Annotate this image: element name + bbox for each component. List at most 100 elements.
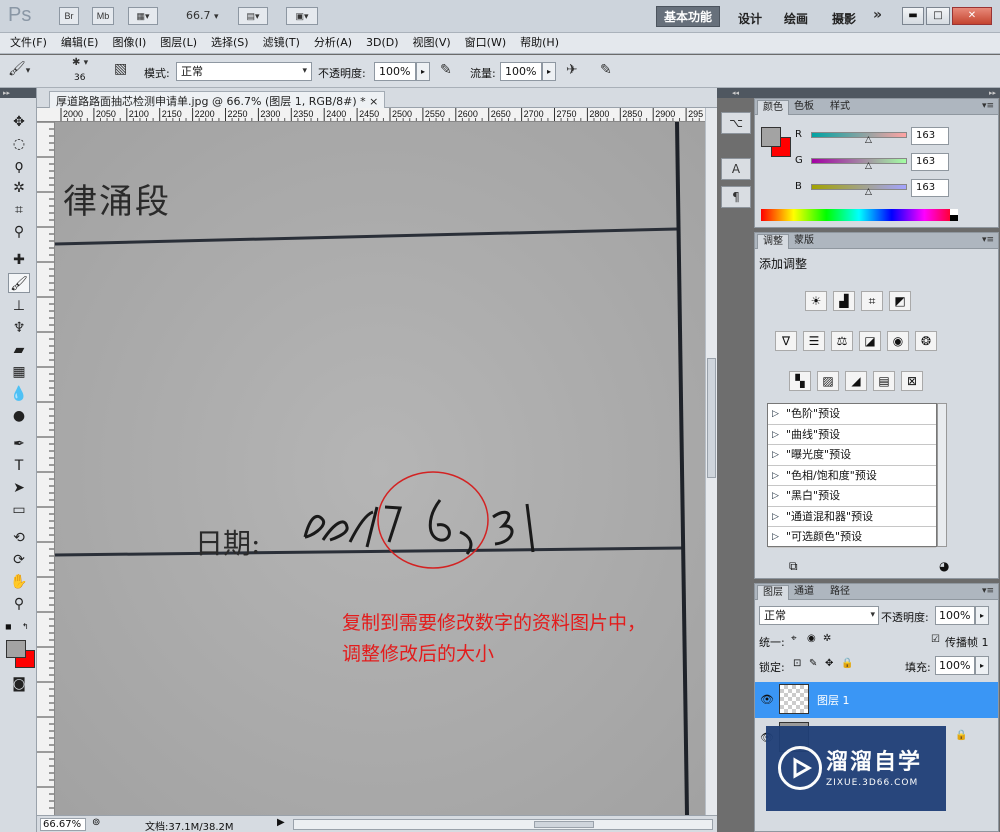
lock-position-button[interactable]: ✥: [825, 658, 833, 669]
status-menu-button[interactable]: ⊚: [92, 817, 100, 828]
workspace-photography[interactable]: 摄影: [832, 10, 856, 27]
flow-input[interactable]: 100%: [500, 62, 542, 81]
3d-orbit-tool[interactable]: ⟳: [8, 550, 30, 570]
menu-filter[interactable]: 滤镜(T): [263, 33, 300, 53]
curves-button[interactable]: ⌗: [861, 291, 883, 311]
blue-slider-track[interactable]: [811, 184, 907, 190]
lasso-tool[interactable]: ϙ: [8, 156, 30, 176]
gradient-map-button[interactable]: ▤: [873, 371, 895, 391]
hue-saturation-button[interactable]: ☰: [803, 331, 825, 351]
selective-color-button[interactable]: ⊠: [901, 371, 923, 391]
green-value-input[interactable]: 163: [911, 153, 949, 171]
panel-menu-icon[interactable]: ▾≡: [982, 586, 994, 596]
foreground-color-swatch[interactable]: [761, 127, 781, 147]
red-slider-handle[interactable]: △: [865, 135, 872, 145]
menu-analysis[interactable]: 分析(A): [314, 33, 352, 53]
healing-brush-tool[interactable]: ✚: [8, 250, 30, 270]
hand-tool[interactable]: ✋: [8, 572, 30, 592]
foreground-color-swatch[interactable]: [6, 640, 26, 658]
strip-header[interactable]: ◂◂: [717, 88, 754, 98]
dodge-tool[interactable]: ●: [8, 406, 30, 426]
exposure-button[interactable]: ◩: [889, 291, 911, 311]
move-tool[interactable]: ✥: [8, 112, 30, 132]
tab-channels[interactable]: 通道: [789, 585, 819, 600]
brush-tool[interactable]: 🖌: [8, 273, 30, 293]
tab-paths[interactable]: 路径: [825, 585, 855, 600]
vibrance-button[interactable]: ∇: [775, 331, 797, 351]
airbrush-button[interactable]: ✈: [566, 62, 578, 78]
preset-black-white[interactable]: "黑白"预设: [768, 486, 936, 507]
green-slider-track[interactable]: [811, 158, 907, 164]
zoom-level-dropdown[interactable]: 66.7 ▾: [186, 9, 219, 22]
lock-pixels-button[interactable]: ✎: [809, 658, 817, 669]
tab-color[interactable]: 颜色: [757, 100, 789, 115]
workspace-painting[interactable]: 绘画: [784, 10, 808, 27]
marquee-tool[interactable]: ◌: [8, 134, 30, 154]
menu-image[interactable]: 图像(I): [112, 33, 146, 53]
black-white-swatch[interactable]: [950, 209, 958, 221]
dock-header[interactable]: ▸▸: [754, 88, 1000, 98]
tools-panel-header[interactable]: ▸▸: [0, 88, 36, 98]
character-panel-button[interactable]: A: [721, 158, 751, 180]
layer-name[interactable]: 图层 1: [817, 692, 850, 708]
channel-mixer-button[interactable]: ❂: [915, 331, 937, 351]
menu-file[interactable]: 文件(F): [10, 33, 47, 53]
menu-layer[interactable]: 图层(L): [160, 33, 197, 53]
color-balance-button[interactable]: ⚖: [831, 331, 853, 351]
preset-selective-color[interactable]: "可选颜色"预设: [768, 527, 936, 548]
preset-curves[interactable]: "曲线"预设: [768, 425, 936, 445]
minimize-button[interactable]: ▬: [902, 7, 924, 25]
unify-visibility-button[interactable]: ◉: [807, 633, 816, 644]
brush-panel-toggle[interactable]: ▧: [114, 61, 127, 77]
arrange-documents-button[interactable]: ▤▾: [238, 7, 268, 25]
tab-adjustments[interactable]: 调整: [757, 234, 789, 249]
opacity-input[interactable]: 100%: [374, 62, 416, 81]
eyedropper-tool[interactable]: ⚲: [8, 222, 30, 242]
quick-mask-button[interactable]: ◙: [8, 674, 30, 694]
levels-button[interactable]: ▟: [833, 291, 855, 311]
view-extras-button[interactable]: ▦▾: [128, 7, 158, 25]
paragraph-panel-button[interactable]: ¶: [721, 186, 751, 208]
horizontal-scrollbar-thumb[interactable]: [534, 821, 594, 828]
red-value-input[interactable]: 163: [911, 127, 949, 145]
screen-mode-button[interactable]: ▣▾: [286, 7, 318, 25]
preset-exposure[interactable]: "曝光度"预设: [768, 445, 936, 466]
photo-filter-button[interactable]: ◉: [887, 331, 909, 351]
preset-levels[interactable]: "色阶"预设: [768, 404, 936, 425]
lock-all-button[interactable]: 🔒: [841, 658, 853, 669]
unify-style-button[interactable]: ✲: [823, 633, 831, 644]
zoom-status-field[interactable]: 66.67%: [40, 818, 86, 831]
history-panel-button[interactable]: ⌥: [721, 112, 751, 134]
red-slider-track[interactable]: [811, 132, 907, 138]
blue-value-input[interactable]: 163: [911, 179, 949, 197]
crop-tool[interactable]: ⌗: [8, 200, 30, 220]
maximize-button[interactable]: □: [926, 7, 950, 25]
flow-slider-button[interactable]: ▸: [542, 62, 556, 81]
tab-styles[interactable]: 样式: [825, 100, 855, 115]
fill-slider-button[interactable]: ▸: [975, 656, 989, 675]
brush-preset-picker[interactable]: ✱ ▾: [72, 57, 88, 68]
gradient-tool[interactable]: ▦: [8, 362, 30, 382]
horizontal-scrollbar[interactable]: [293, 819, 713, 830]
workspace-design[interactable]: 设计: [738, 10, 762, 27]
history-brush-tool[interactable]: ♆: [8, 318, 30, 338]
workspace-essentials[interactable]: 基本功能: [656, 6, 720, 27]
unify-position-button[interactable]: ⌖: [791, 633, 797, 644]
menu-3d[interactable]: 3D(D): [366, 33, 399, 53]
clip-to-layer-button[interactable]: ⧉: [789, 559, 798, 574]
layer-opacity-slider-button[interactable]: ▸: [975, 606, 989, 625]
mode-select[interactable]: 正常 ▾: [176, 62, 312, 81]
tablet-pressure-opacity-button[interactable]: ✎: [440, 62, 452, 78]
invert-button[interactable]: ▚: [789, 371, 811, 391]
menu-help[interactable]: 帮助(H): [520, 33, 559, 53]
fill-input[interactable]: 100%: [935, 656, 975, 675]
view-previous-button[interactable]: ◕: [939, 559, 949, 573]
tab-swatches[interactable]: 色板: [789, 100, 819, 115]
clone-stamp-tool[interactable]: ⊥: [8, 296, 30, 316]
preset-channel-mixer[interactable]: "通道混和器"预设: [768, 507, 936, 527]
blue-slider-handle[interactable]: △: [865, 187, 872, 197]
zoom-tool[interactable]: ⚲: [8, 594, 30, 614]
posterize-button[interactable]: ▨: [817, 371, 839, 391]
menu-select[interactable]: 选择(S): [211, 33, 249, 53]
minibridge-button[interactable]: Mb: [92, 7, 114, 25]
